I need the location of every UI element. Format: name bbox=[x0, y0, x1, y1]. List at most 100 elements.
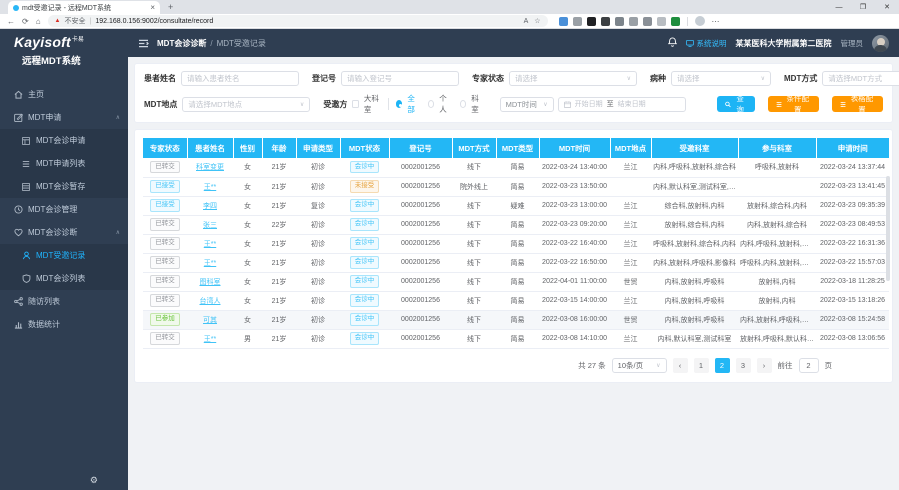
bell-icon[interactable] bbox=[668, 34, 677, 52]
big-dept-checkbox[interactable] bbox=[352, 100, 359, 108]
patient-name-link[interactable]: 科室变更 bbox=[196, 164, 224, 171]
gear-icon[interactable]: ⚙ bbox=[90, 475, 98, 486]
page-button[interactable]: 1 bbox=[694, 358, 709, 373]
column-header: 登记号 bbox=[389, 138, 452, 158]
user-icon bbox=[21, 251, 31, 260]
disease-select[interactable]: 请选择 ∨ bbox=[671, 71, 771, 86]
goto-page-input[interactable] bbox=[799, 358, 819, 373]
extension-icon[interactable] bbox=[573, 17, 582, 26]
sidebar-subitem-label: MDT会诊暂存 bbox=[36, 181, 85, 192]
patient-name-link[interactable]: 可其 bbox=[203, 317, 217, 324]
date-range-picker[interactable]: 开始日期 至 结束日期 bbox=[558, 97, 686, 112]
tab-title: mdt受邀记录 - 远程MDT系统 bbox=[22, 3, 147, 13]
table-config-button[interactable]: 表格配置 bbox=[832, 96, 883, 112]
disease-label: 病种 bbox=[650, 73, 666, 84]
extension-icon[interactable] bbox=[671, 17, 680, 26]
extension-icon[interactable] bbox=[629, 17, 638, 26]
back-icon[interactable]: ← bbox=[7, 17, 15, 26]
chevron-up-icon: ∧ bbox=[116, 114, 120, 121]
patient-name-link[interactable]: 王** bbox=[204, 184, 216, 191]
page-content: 患者姓名 登记号 专家状态 请选择 ∨ bbox=[128, 57, 899, 389]
prev-page-button[interactable]: ‹ bbox=[673, 358, 688, 373]
radio-dept-label: 科室 bbox=[471, 93, 482, 115]
patient-name-link[interactable]: 王** bbox=[204, 260, 216, 267]
patient-name-input[interactable] bbox=[181, 71, 299, 86]
window-minimize-button[interactable]: — bbox=[827, 0, 851, 14]
sidebar-item[interactable]: MDT会诊诊断∧ bbox=[0, 221, 128, 244]
browser-menu-icon[interactable]: ⋯ bbox=[712, 17, 721, 26]
sidebar-subitem[interactable]: MDT申请列表 bbox=[0, 152, 128, 175]
column-header: 申请时间 bbox=[816, 138, 889, 158]
window-close-button[interactable]: ✕ bbox=[875, 0, 899, 14]
mdt-location-select[interactable]: 请选择MDT地点 ∨ bbox=[182, 97, 310, 112]
extension-icon[interactable] bbox=[657, 17, 666, 26]
time-type-select[interactable]: MDT时间 ∨ bbox=[500, 97, 554, 112]
condition-config-button[interactable]: 条件配置 bbox=[768, 96, 819, 112]
radio-dept[interactable] bbox=[460, 100, 467, 108]
extension-icon[interactable] bbox=[587, 17, 596, 26]
column-header: MDT方式 bbox=[452, 138, 496, 158]
sidebar-item[interactable]: 主页 bbox=[0, 83, 128, 106]
tab-close-icon[interactable]: × bbox=[150, 3, 155, 12]
home-icon[interactable]: ⌂ bbox=[36, 17, 41, 26]
patient-name-link[interactable]: 图科室 bbox=[200, 279, 221, 286]
patient-name-link[interactable]: 王** bbox=[204, 336, 216, 343]
extension-icon[interactable] bbox=[615, 17, 624, 26]
sidebar-item[interactable]: MDT会诊管理 bbox=[0, 198, 128, 221]
column-header: MDT时间 bbox=[539, 138, 610, 158]
column-header: 受邀科室 bbox=[651, 138, 738, 158]
breadcrumb-parent[interactable]: MDT会诊诊断 bbox=[157, 38, 206, 49]
sidebar-subitem[interactable]: MDT会诊列表 bbox=[0, 267, 128, 290]
patient-name-link[interactable]: 台湾人 bbox=[200, 298, 221, 305]
extension-icon[interactable] bbox=[559, 17, 568, 26]
status-badge: 已接受 bbox=[150, 180, 180, 192]
favorite-star-icon[interactable]: ☆ bbox=[534, 17, 540, 25]
status-badge: 已转交 bbox=[150, 332, 180, 344]
sidebar-menu: 主页MDT申请∧MDT会诊申请MDT申请列表MDT会诊暂存MDT会诊管理MDT会… bbox=[0, 73, 128, 336]
page-size-select[interactable]: 10条/页 ∨ bbox=[612, 358, 667, 373]
menu-collapse-icon[interactable] bbox=[138, 39, 149, 48]
sidebar-subitem[interactable]: MDT会诊申请 bbox=[0, 129, 128, 152]
sidebar-subitem-label: MDT申请列表 bbox=[36, 158, 85, 169]
settings-list-icon bbox=[776, 101, 782, 108]
table-scrollbar[interactable] bbox=[886, 176, 890, 281]
sidebar-item[interactable]: 数据统计 bbox=[0, 313, 128, 336]
system-help-link[interactable]: 系统说明 bbox=[686, 38, 727, 49]
browser-tab[interactable]: mdt受邀记录 - 远程MDT系统 × bbox=[8, 1, 160, 14]
status-badge: 会诊中 bbox=[350, 294, 380, 306]
mdt-mode-select[interactable]: 请选择MDT方式 ∨ bbox=[822, 71, 899, 86]
expert-status-select[interactable]: 请选择 ∨ bbox=[509, 71, 637, 86]
extension-icon[interactable] bbox=[601, 17, 610, 26]
patient-name-link[interactable]: 张三 bbox=[203, 222, 217, 229]
status-badge: 会诊中 bbox=[350, 256, 380, 268]
column-header: 申请类型 bbox=[296, 138, 340, 158]
url-bar[interactable]: ▲ 不安全 | 192.168.0.156:9002/consultate/re… bbox=[48, 15, 548, 27]
window-maximize-button[interactable]: ❐ bbox=[851, 0, 875, 14]
column-header: MDT类型 bbox=[496, 138, 539, 158]
radio-personal[interactable] bbox=[428, 100, 435, 108]
refresh-icon[interactable]: ⟳ bbox=[22, 17, 29, 26]
user-avatar[interactable] bbox=[872, 35, 889, 52]
reg-no-input[interactable] bbox=[341, 71, 459, 86]
sidebar-subitem[interactable]: MDT会诊暂存 bbox=[0, 175, 128, 198]
sidebar-subitem[interactable]: MDT受邀记录 bbox=[0, 244, 128, 267]
security-label: 不安全 bbox=[65, 16, 86, 26]
browser-tab-strip: mdt受邀记录 - 远程MDT系统 × + — ❐ ✕ bbox=[0, 0, 899, 14]
sidebar-submenu: MDT会诊申请 MDT申请列表 MDT会诊暂存 bbox=[0, 129, 128, 198]
page-button[interactable]: 3 bbox=[736, 358, 751, 373]
divider bbox=[388, 98, 389, 110]
query-button[interactable]: 查询 bbox=[717, 96, 755, 112]
read-aloud-icon[interactable]: A bbox=[524, 18, 529, 25]
page-button[interactable]: 2 bbox=[715, 358, 730, 373]
radio-all[interactable] bbox=[396, 100, 403, 108]
browser-profile-avatar[interactable] bbox=[695, 16, 705, 26]
extension-icon[interactable] bbox=[643, 17, 652, 26]
sidebar-item[interactable]: 随访列表 bbox=[0, 290, 128, 313]
settings-list-icon bbox=[840, 101, 846, 108]
patient-name-link[interactable]: 王** bbox=[204, 241, 216, 248]
new-tab-button[interactable]: + bbox=[168, 2, 173, 14]
next-page-button[interactable]: › bbox=[757, 358, 772, 373]
sidebar-item[interactable]: MDT申请∧ bbox=[0, 106, 128, 129]
patient-name-link[interactable]: 李四 bbox=[203, 203, 217, 210]
table-body: 已转交科室变更女21岁初诊会诊中0002001256线下简易2022-03-24… bbox=[143, 158, 889, 348]
